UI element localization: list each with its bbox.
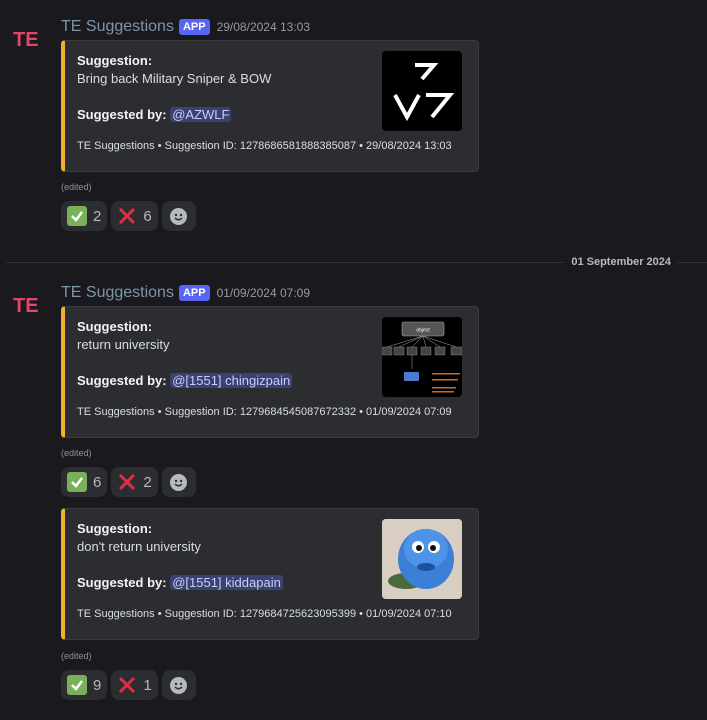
suggested-by-label: Suggested by: [77,107,167,122]
reactions: 6 2 [61,467,196,497]
embed-text: don't return university [77,539,201,554]
embed-footer: TE Suggestions • Suggestion ID: 12796847… [77,608,452,620]
embed-title: Suggestion: [77,53,153,68]
add-reaction-button[interactable] [161,670,196,700]
username[interactable]: TE Suggestions [61,18,174,36]
diagram-node-label: object [416,328,430,334]
reactions: 2 6 [61,201,196,231]
check-mark-icon [67,206,87,226]
message-header: TE Suggestions APP 01/09/2024 07:09 [61,284,310,302]
edited-label: (edited) [61,448,92,458]
reaction-count: 6 [93,473,102,491]
cross-mark-icon [117,675,137,695]
suggestion-embed: Suggestion: don't return university Sugg… [61,508,479,640]
svg-text:TE: TE [13,29,39,51]
reaction-count: 2 [143,473,152,491]
check-mark-icon [67,675,87,695]
add-reaction-button[interactable] [161,467,196,497]
diagram-thumbnail[interactable]: object [382,317,462,397]
suggested-by-label: Suggested by: [77,373,167,388]
svg-text:TE: TE [13,295,39,317]
date-divider: 01 September 2024 [565,256,677,268]
reaction-cross[interactable]: 6 [111,201,158,231]
embed-text: return university [77,337,170,352]
message-header: TE Suggestions APP 29/08/2024 13:03 [61,18,310,36]
user-mention[interactable]: @[1551] kiddapain [170,575,283,590]
embed-footer: TE Suggestions • Suggestion ID: 12796845… [77,406,452,418]
reaction-cross[interactable]: 1 [111,670,158,700]
smile-icon [170,207,188,225]
suggestion-embed: Suggestion: return university Suggested … [61,306,479,438]
cross-mark-icon [117,472,137,492]
reaction-count: 2 [93,207,102,225]
embed-title: Suggestion: [77,521,153,536]
embed-text: Bring back Military Sniper & BOW [77,71,272,86]
suggestion-embed: Suggestion: Bring back Military Sniper &… [61,40,479,172]
app-badge: APP [178,285,210,301]
logo-thumbnail[interactable] [382,51,462,131]
diagram-thumbnail-icon: object [382,321,462,393]
reaction-check[interactable]: 9 [61,670,108,700]
timestamp: 29/08/2024 13:03 [216,20,310,34]
suggested-by: Suggested by: @[1551] chingizpain [77,373,293,388]
smile-icon [170,676,188,694]
suggested-by: Suggested by: @[1551] kiddapain [77,575,283,590]
smile-icon [170,473,188,491]
suggested-by-label: Suggested by: [77,575,167,590]
check-mark-icon [67,472,87,492]
te-avatar-icon[interactable]: TE [12,290,40,318]
timestamp: 01/09/2024 07:09 [216,286,310,300]
reaction-cross[interactable]: 2 [111,467,158,497]
reaction-check[interactable]: 2 [61,201,108,231]
username[interactable]: TE Suggestions [61,284,174,302]
embed-title: Suggestion: [77,319,153,334]
suggested-by: Suggested by: @AZWLF [77,107,232,122]
user-mention[interactable]: @AZWLF [170,107,232,122]
reaction-count: 6 [143,207,152,225]
embed-footer: TE Suggestions • Suggestion ID: 12786865… [77,140,452,152]
te-avatar-icon[interactable]: TE [12,24,40,52]
reaction-count: 9 [93,676,102,694]
reaction-check[interactable]: 6 [61,467,108,497]
app-badge: APP [178,19,210,35]
blue-fish-thumbnail[interactable] [382,519,462,599]
reaction-count: 1 [143,676,152,694]
edited-label: (edited) [61,651,92,661]
logo-thumbnail-icon [393,63,455,122]
blue-fish-thumbnail-icon [382,519,462,599]
add-reaction-button[interactable] [161,201,196,231]
edited-label: (edited) [61,182,92,192]
user-mention[interactable]: @[1551] chingizpain [170,373,293,388]
cross-mark-icon [117,206,137,226]
reactions: 9 1 [61,670,196,700]
